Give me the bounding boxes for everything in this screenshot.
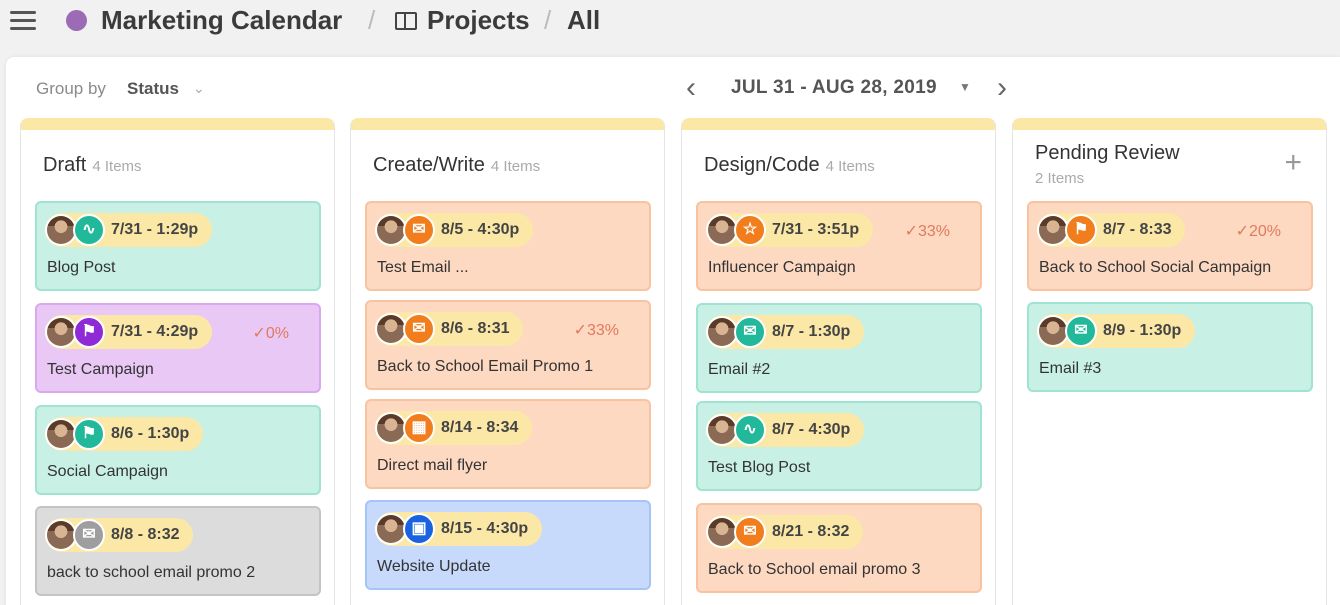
map-icon: ▦ bbox=[403, 412, 435, 444]
column-count: 4 Items bbox=[92, 158, 142, 175]
card-title: Test Campaign bbox=[47, 361, 154, 378]
task-card[interactable]: 7/31 - 1:29p ∿ Blog Post bbox=[35, 201, 321, 291]
task-card[interactable]: 7/31 - 4:29p ⚑ ✓0% Test Campaign bbox=[35, 303, 321, 393]
email-icon: ✉ bbox=[403, 313, 435, 345]
task-card[interactable]: 8/9 - 1:30p ✉ Email #3 bbox=[1027, 302, 1313, 392]
card-title: Direct mail flyer bbox=[377, 457, 488, 474]
column-title: Design/Code 4 Items bbox=[704, 154, 875, 177]
add-item-plus-icon[interactable]: + bbox=[1284, 148, 1302, 178]
task-card[interactable]: 8/6 - 8:31 ✉ ✓33% Back to School Email Prom… bbox=[365, 300, 651, 390]
megaphone-icon: ⚑ bbox=[73, 316, 105, 348]
task-card[interactable]: 8/7 - 4:30p ∿ Test Blog Post bbox=[696, 401, 982, 491]
card-title: Back to School email promo 3 bbox=[708, 561, 921, 578]
column-status-bar bbox=[21, 118, 334, 130]
card-title: Email #3 bbox=[1039, 360, 1102, 377]
rss-icon: ∿ bbox=[734, 414, 766, 446]
email-icon: ✉ bbox=[403, 214, 435, 246]
chevron-down-icon[interactable]: ⌄ bbox=[193, 80, 205, 97]
task-card[interactable]: 8/5 - 4:30p ✉ Test Email ... bbox=[365, 201, 651, 291]
breadcrumb-projects[interactable]: Projects bbox=[427, 5, 530, 36]
column-title: Draft 4 Items bbox=[43, 154, 142, 177]
progress-badge: ✓33% bbox=[904, 223, 950, 240]
progress-badge: ✓0% bbox=[252, 325, 289, 342]
card-title: Test Email ... bbox=[377, 259, 469, 276]
rss-icon: ∿ bbox=[73, 214, 105, 246]
progress-badge: ✓33% bbox=[573, 322, 619, 339]
email-icon: ✉ bbox=[1065, 315, 1097, 347]
megaphone-icon: ⚑ bbox=[1065, 214, 1097, 246]
card-title: Back to School Email Promo 1 bbox=[377, 358, 594, 375]
breadcrumb-separator: / bbox=[544, 5, 552, 35]
megaphone-icon: ⚑ bbox=[73, 418, 105, 450]
column-title: Create/Write 4 Items bbox=[373, 154, 540, 177]
task-card[interactable]: 8/6 - 1:30p ⚑ Social Campaign bbox=[35, 405, 321, 495]
email-icon: ✉ bbox=[734, 316, 766, 348]
column-count: 2 Items bbox=[1035, 170, 1085, 187]
column-status-bar bbox=[1013, 118, 1326, 130]
column-status-bar bbox=[682, 118, 995, 130]
card-title: Back to School Social Campaign bbox=[1039, 259, 1272, 276]
card-title: Blog Post bbox=[47, 259, 116, 276]
task-card[interactable]: 8/7 - 8:33 ⚑ ✓20% Back to School Social Cam… bbox=[1027, 201, 1313, 291]
card-title: Website Update bbox=[377, 558, 491, 575]
card-title: Test Blog Post bbox=[708, 459, 811, 476]
task-card[interactable]: 8/15 - 4:30p ▣ Website Update bbox=[365, 500, 651, 590]
task-card[interactable]: 7/31 - 3:51p ☆ ✓33% Influencer Campaign bbox=[696, 201, 982, 291]
date-range-select[interactable]: JUL 31 - AUG 28, 2019 bbox=[731, 77, 937, 99]
progress-badge: ✓20% bbox=[1235, 223, 1281, 240]
breadcrumb-separator: / bbox=[368, 5, 376, 35]
email-icon: ✉ bbox=[734, 516, 766, 548]
breadcrumb-all[interactable]: All bbox=[567, 5, 600, 36]
card-title: back to school email promo 2 bbox=[47, 564, 256, 581]
task-card[interactable]: 8/14 - 8:34 ▦ Direct mail flyer bbox=[365, 399, 651, 489]
column-title-text: Design/Code bbox=[704, 154, 820, 176]
card-title: Influencer Campaign bbox=[708, 259, 856, 276]
next-range-chevron-icon[interactable]: › bbox=[997, 73, 1007, 103]
column-title-text: Draft bbox=[43, 154, 87, 176]
column-count: 4 Items bbox=[825, 158, 875, 175]
prev-range-chevron-icon[interactable]: ‹ bbox=[686, 73, 696, 103]
board-icon bbox=[395, 12, 417, 30]
group-by-select[interactable]: Status bbox=[127, 79, 179, 99]
column-title-text: Create/Write bbox=[373, 154, 485, 176]
calendar-color-dot bbox=[66, 10, 87, 31]
top-bar: Marketing Calendar / Projects / All bbox=[0, 0, 1340, 50]
task-card[interactable]: 8/8 - 8:32 ✉ back to school email promo 2 bbox=[35, 506, 321, 596]
card-title: Email #2 bbox=[708, 361, 771, 378]
column-count: 4 Items bbox=[490, 158, 541, 175]
task-card[interactable]: 8/21 - 8:32 ✉ Back to School email promo 3 bbox=[696, 503, 982, 593]
column-title: Pending Review bbox=[1035, 142, 1180, 164]
column-status-bar bbox=[351, 118, 664, 130]
hamburger-menu-icon[interactable] bbox=[10, 11, 36, 31]
email-icon: ✉ bbox=[73, 519, 105, 551]
monitor-icon: ▣ bbox=[403, 513, 435, 545]
card-title: Social Campaign bbox=[47, 463, 168, 480]
breadcrumb-calendar[interactable]: Marketing Calendar bbox=[101, 5, 342, 36]
caret-down-icon[interactable]: ▼ bbox=[959, 80, 971, 94]
group-by-label: Group by bbox=[36, 79, 106, 98]
star-icon: ☆ bbox=[734, 214, 766, 246]
task-card[interactable]: 8/7 - 1:30p ✉ Email #2 bbox=[696, 303, 982, 393]
